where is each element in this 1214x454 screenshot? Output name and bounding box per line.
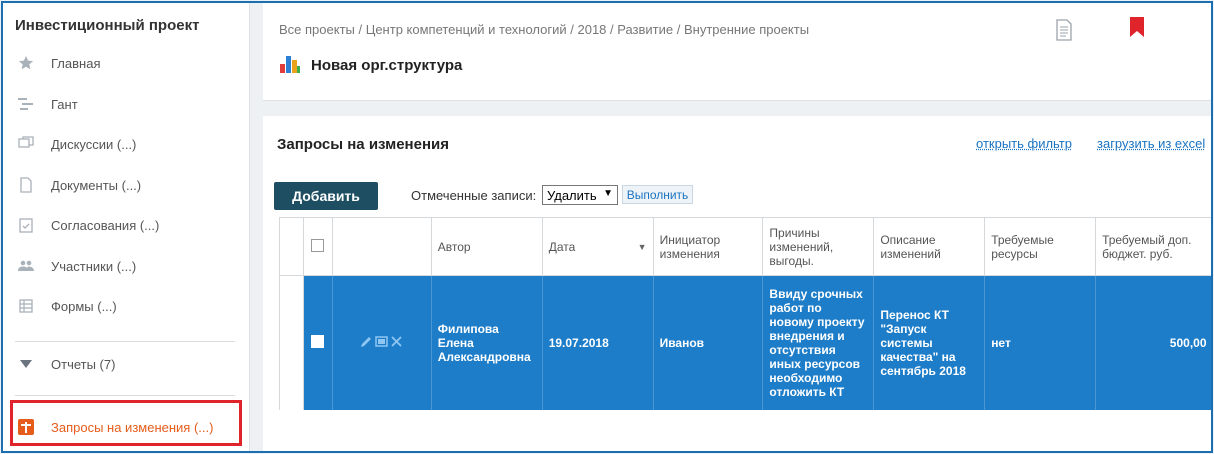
sidebar-item-home[interactable]: Главная: [3, 48, 249, 78]
header-card: Все проекты / Центр компетенций и технол…: [263, 3, 1211, 101]
sidebar-item-label: Гант: [51, 96, 78, 112]
sidebar-item-label: Участники (...): [51, 258, 137, 274]
execute-button[interactable]: Выполнить: [622, 185, 693, 204]
marked-records-label: Отмеченные записи:: [411, 188, 537, 203]
cell-author: Филипова Елена Александровна: [431, 275, 543, 410]
users-icon: [17, 257, 35, 275]
sidebar-divider: [15, 395, 235, 396]
sort-desc-icon[interactable]: ▼: [638, 242, 647, 252]
cell-budget: 500,00: [1095, 275, 1211, 410]
header-actions: [331, 217, 432, 276]
add-button[interactable]: Добавить: [274, 182, 378, 210]
change-requests-panel: Запросы на изменения открыть фильтр загр…: [263, 116, 1211, 451]
gantt-icon: [17, 95, 35, 113]
sidebar-divider: [15, 341, 235, 342]
view-icon[interactable]: [375, 335, 389, 351]
column-header-initiator[interactable]: Инициатор изменения: [652, 217, 764, 276]
cell-date: 19.07.2018: [542, 275, 654, 410]
table-row[interactable]: Филипова Елена Александровна 19.07.2018 …: [279, 275, 1211, 410]
sidebar-item-participants[interactable]: Участники (...): [3, 251, 249, 281]
sidebar-item-documents[interactable]: Документы (...): [3, 170, 249, 200]
load-excel-link[interactable]: загрузить из excel: [1097, 136, 1205, 151]
column-header-budget[interactable]: Требуемый доп. бюджет. руб.: [1095, 217, 1211, 276]
column-header-label: Дата: [548, 239, 576, 254]
row-select-cell[interactable]: [303, 275, 333, 410]
open-filter-link[interactable]: открыть фильтр: [976, 136, 1072, 151]
section-title: Запросы на изменения: [277, 136, 449, 153]
cell-description: Перенос КТ "Запуск системы качества" на …: [873, 275, 986, 410]
sidebar-item-label: Документы (...): [51, 177, 142, 193]
form-icon: [17, 297, 35, 315]
discussion-icon: [17, 135, 35, 153]
sidebar-item-label: Отчеты (7): [51, 356, 116, 372]
select-all-checkbox[interactable]: [311, 238, 325, 252]
approval-icon: [17, 216, 35, 234]
row-actions-cell: [332, 275, 432, 410]
sidebar-item-label: Согласования (...): [51, 217, 160, 233]
bulk-action-value: Удалить: [547, 187, 597, 203]
sidebar-item-approvals[interactable]: Согласования (...): [3, 210, 249, 240]
delete-icon[interactable]: [390, 335, 403, 351]
star-icon: [17, 54, 35, 72]
breadcrumb[interactable]: Все проекты / Центр компетенций и технол…: [279, 22, 809, 37]
sidebar-title: Инвестиционный проект: [15, 17, 200, 34]
column-header-resources[interactable]: Требуемые ресурсы: [984, 217, 1097, 276]
highlight-box: [10, 400, 242, 446]
triangle-down-icon: [17, 355, 35, 373]
app-frame: Инвестиционный проект Главная Гант Диску…: [1, 1, 1213, 453]
page-title-wrap: Новая орг.структура: [279, 52, 462, 79]
row-checkbox[interactable]: [311, 334, 325, 348]
cell-resources: нет: [984, 275, 1097, 410]
sidebar-item-discussions[interactable]: Дискуссии (...): [3, 129, 249, 159]
cell-reason: Ввиду срочных работ по новому проекту вн…: [762, 275, 875, 410]
document-icon: [17, 176, 35, 194]
column-header-reason[interactable]: Причины изменений, выгоды.: [762, 217, 875, 276]
column-header-description[interactable]: Описание изменений: [873, 217, 986, 276]
chevron-down-icon: ▼: [603, 188, 613, 199]
change-requests-table: Автор Дата ▼ Инициатор изменения Причины…: [279, 217, 1211, 410]
row-spacer: [279, 275, 304, 410]
sidebar: Инвестиционный проект Главная Гант Диску…: [3, 3, 250, 451]
sidebar-item-forms[interactable]: Формы (...): [3, 291, 249, 321]
column-header-date[interactable]: Дата ▼: [541, 217, 654, 276]
sidebar-item-gantt[interactable]: Гант: [3, 89, 249, 119]
sidebar-item-label: Формы (...): [51, 298, 117, 314]
edit-icon[interactable]: [360, 335, 373, 351]
sidebar-item-label: Главная: [51, 55, 101, 71]
document-icon[interactable]: [1056, 19, 1072, 46]
bulk-action-select[interactable]: Удалить ▼: [542, 185, 618, 205]
header-spacer: [279, 217, 304, 276]
header-select-all[interactable]: [302, 217, 333, 276]
project-chart-icon: [279, 52, 301, 79]
column-header-author[interactable]: Автор: [430, 217, 543, 276]
table-header-row: Автор Дата ▼ Инициатор изменения Причины…: [279, 217, 1211, 276]
cell-initiator: Иванов: [653, 275, 764, 410]
bookmark-icon[interactable]: [1130, 17, 1144, 42]
sidebar-item-reports[interactable]: Отчеты (7): [3, 349, 249, 379]
sidebar-item-label: Дискуссии (...): [51, 136, 137, 152]
page-title: Новая орг.структура: [311, 57, 463, 74]
